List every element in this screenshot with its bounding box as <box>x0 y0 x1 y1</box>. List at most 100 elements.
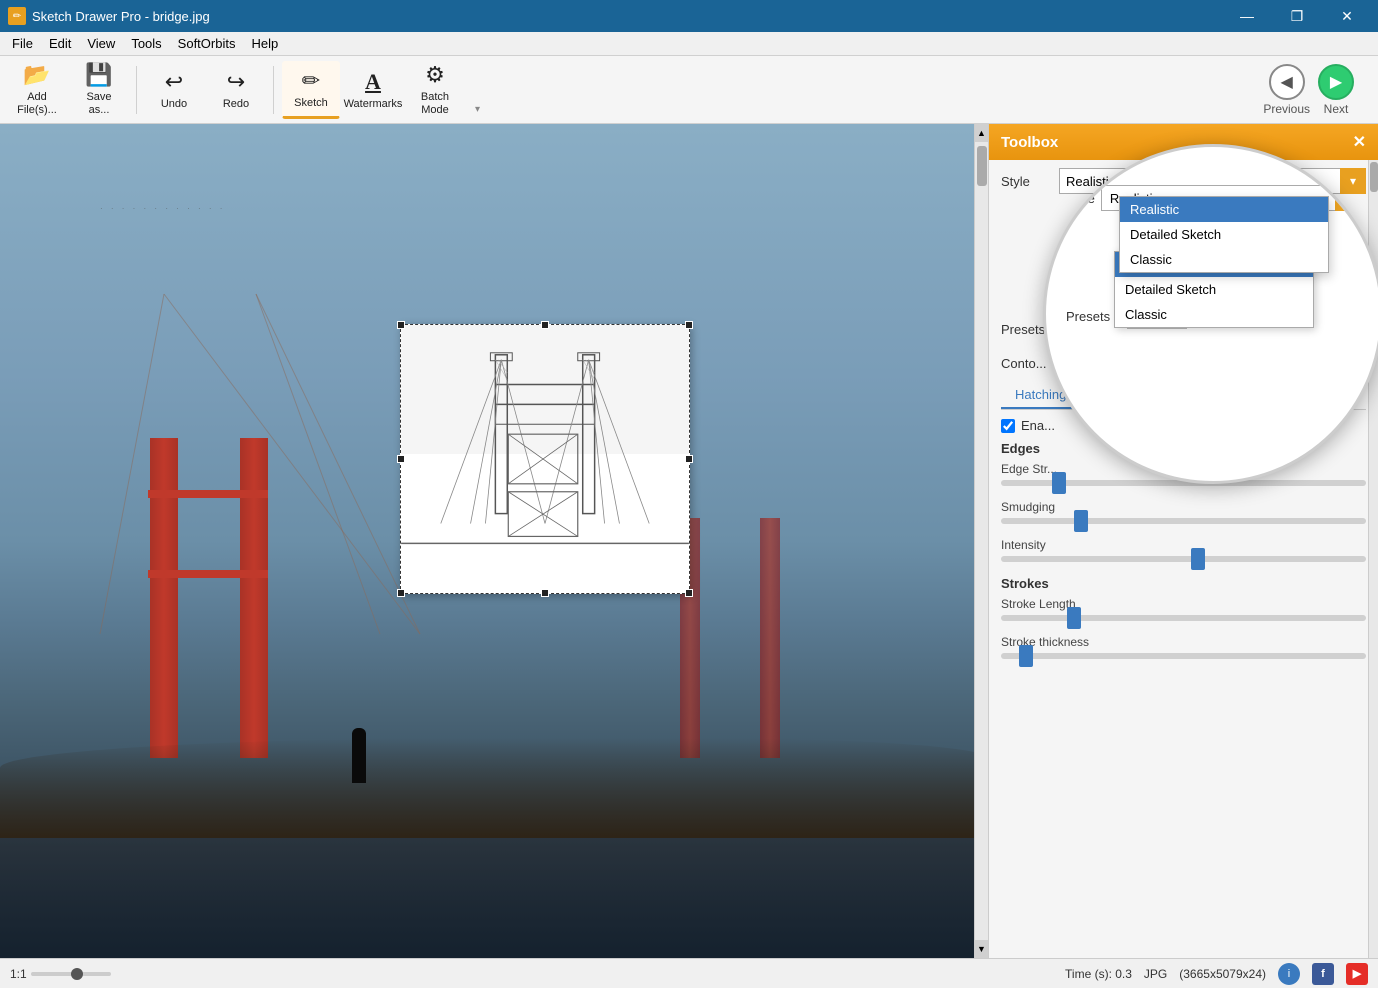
toolbox-scroll-thumb[interactable] <box>1370 162 1378 192</box>
save-as-button[interactable]: 💾 Save as... <box>70 61 128 119</box>
intensity-label: Intensity <box>1001 538 1366 552</box>
smudging-label: Smudging <box>1001 500 1366 514</box>
style-selected-value: Realistic <box>1066 174 1115 189</box>
batch-mode-label: Batch Mode <box>421 91 449 117</box>
edge-str-thumb[interactable] <box>1052 472 1066 494</box>
sketch-button[interactable]: ✏ Sketch <box>282 61 340 119</box>
handle-bottom-left[interactable] <box>397 589 405 597</box>
watermarks-icon: A <box>365 69 381 95</box>
presets-label: Presets <box>1001 322 1059 337</box>
style-dropdown-arrow: ▾ <box>1340 168 1366 194</box>
minimize-button[interactable]: — <box>1224 0 1270 32</box>
scroll-down-arrow[interactable]: ▼ <box>975 940 989 958</box>
undo-icon: ↩ <box>165 69 183 95</box>
style-select-container: Realistic ▾ Realistic Detailed Sketch Cl… <box>1059 168 1366 194</box>
main-content: · · · · · · · · · · · · <box>0 124 1378 958</box>
handle-top-center[interactable] <box>541 321 549 329</box>
tab-colorize[interactable]: Colorize <box>1080 382 1156 409</box>
handle-middle-right[interactable] <box>685 455 693 463</box>
strokes-section-header: Strokes <box>1001 576 1366 591</box>
style-select-box[interactable]: Realistic ▾ <box>1059 168 1366 194</box>
toolbox-panel: Toolbox ✕ Style Realistic ▾ Realistic De… <box>988 124 1378 958</box>
stroke-thickness-track[interactable] <box>1001 653 1366 659</box>
intensity-thumb[interactable] <box>1191 548 1205 570</box>
stroke-length-thumb[interactable] <box>1067 607 1081 629</box>
dropdown-item-realistic[interactable]: Realistic <box>1120 197 1328 222</box>
stroke-thickness-slider-row: Stroke thickness <box>1001 635 1366 659</box>
intensity-slider-row: Intensity <box>1001 538 1366 562</box>
tab-hatching[interactable]: Hatching <box>1001 382 1080 409</box>
canvas-scrollbar-v[interactable]: ▲ ▼ <box>974 124 988 958</box>
enable-checkbox[interactable] <box>1001 419 1015 433</box>
menu-help[interactable]: Help <box>243 32 286 56</box>
close-button[interactable]: ✕ <box>1324 0 1370 32</box>
handle-bottom-center[interactable] <box>541 589 549 597</box>
window-title: Sketch Drawer Pro - bridge.jpg <box>32 9 210 24</box>
dropdown-item-classic[interactable]: Classic <box>1120 247 1328 272</box>
menu-edit[interactable]: Edit <box>41 32 79 56</box>
contour-row: Conto... ≡ ≈ <box>1001 352 1366 374</box>
zoom-slider-thumb[interactable] <box>71 968 83 980</box>
undo-button[interactable]: ↩ Undo <box>145 61 203 119</box>
menu-file[interactable]: File <box>4 32 41 56</box>
contour-icon-2[interactable]: ≈ <box>1099 352 1127 374</box>
canvas-area[interactable]: · · · · · · · · · · · · <box>0 124 988 958</box>
smudging-thumb[interactable] <box>1074 510 1088 532</box>
redo-label: Redo <box>223 98 249 110</box>
enable-row: Ena... <box>1001 418 1366 433</box>
scroll-up-arrow[interactable]: ▲ <box>975 124 989 142</box>
next-label: Next <box>1324 102 1349 116</box>
dropdown-item-detailed-sketch[interactable]: Detailed Sketch <box>1120 222 1328 247</box>
stroke-length-label: Stroke Length <box>1001 597 1366 611</box>
toolbar-divider-2 <box>273 66 274 114</box>
preset-default-button[interactable]: Default <box>1067 314 1366 344</box>
facebook-icon-btn[interactable]: f <box>1312 963 1334 985</box>
contour-icon-1[interactable]: ≡ <box>1067 352 1095 374</box>
smudging-track[interactable] <box>1001 518 1366 524</box>
info-icon-btn[interactable]: i <box>1278 963 1300 985</box>
edge-str-slider-row: Edge Str... <box>1001 462 1366 486</box>
style-label: Style <box>1001 174 1051 189</box>
menu-softorbits[interactable]: SoftOrbits <box>170 32 244 56</box>
maximize-button[interactable]: ❐ <box>1274 0 1320 32</box>
menu-bar: File Edit View Tools SoftOrbits Help <box>0 32 1378 56</box>
toolbox-title: Toolbox <box>1001 134 1058 151</box>
batch-mode-icon: ⚙ <box>425 62 445 88</box>
intensity-track[interactable] <box>1001 556 1366 562</box>
redo-button[interactable]: ↪ Redo <box>207 61 265 119</box>
handle-middle-left[interactable] <box>397 455 405 463</box>
selection-box[interactable] <box>400 324 690 594</box>
time-label: Time (s): 0.3 <box>1065 967 1132 981</box>
bridge-sketch-svg <box>401 325 689 593</box>
title-bar: ✏ Sketch Drawer Pro - bridge.jpg — ❐ ✕ <box>0 0 1378 32</box>
nav-area: ◀ Previous ▶ Next <box>1263 64 1370 116</box>
toolbox-header: Toolbox ✕ <box>989 124 1378 160</box>
handle-bottom-right[interactable] <box>685 589 693 597</box>
handle-top-right[interactable] <box>685 321 693 329</box>
batch-mode-button[interactable]: ⚙ Batch Mode <box>406 61 464 119</box>
toolbar-expand-icon[interactable]: ▾ <box>468 103 480 115</box>
title-bar-left: ✏ Sketch Drawer Pro - bridge.jpg <box>8 7 210 25</box>
youtube-icon-btn[interactable]: ▶ <box>1346 963 1368 985</box>
zoom-slider-track[interactable] <box>31 972 111 976</box>
stroke-thickness-thumb[interactable] <box>1019 645 1033 667</box>
add-files-button[interactable]: 📂 Add File(s)... <box>8 61 66 119</box>
scroll-thumb[interactable] <box>977 146 987 186</box>
edge-str-track[interactable] <box>1001 480 1366 486</box>
toolbox-scrollbar[interactable] <box>1368 160 1378 958</box>
toolbox-close-button[interactable]: ✕ <box>1353 132 1366 152</box>
menu-tools[interactable]: Tools <box>123 32 169 56</box>
watermarks-button[interactable]: A Watermarks <box>344 61 402 119</box>
next-button[interactable]: ▶ <box>1318 64 1354 100</box>
stroke-length-slider-row: Stroke Length <box>1001 597 1366 621</box>
status-info: Time (s): 0.3 JPG (3665x5079x24) i f ▶ <box>1065 963 1368 985</box>
stroke-length-track[interactable] <box>1001 615 1366 621</box>
previous-button[interactable]: ◀ <box>1269 64 1305 100</box>
edges-section-header: Edges <box>1001 441 1366 456</box>
style-dropdown: Realistic Detailed Sketch Classic <box>1119 196 1329 273</box>
add-files-label: Add File(s)... <box>17 91 57 117</box>
handle-top-left[interactable] <box>397 321 405 329</box>
menu-view[interactable]: View <box>79 32 123 56</box>
format-label: JPG <box>1144 967 1167 981</box>
enable-label: Ena... <box>1021 418 1055 433</box>
